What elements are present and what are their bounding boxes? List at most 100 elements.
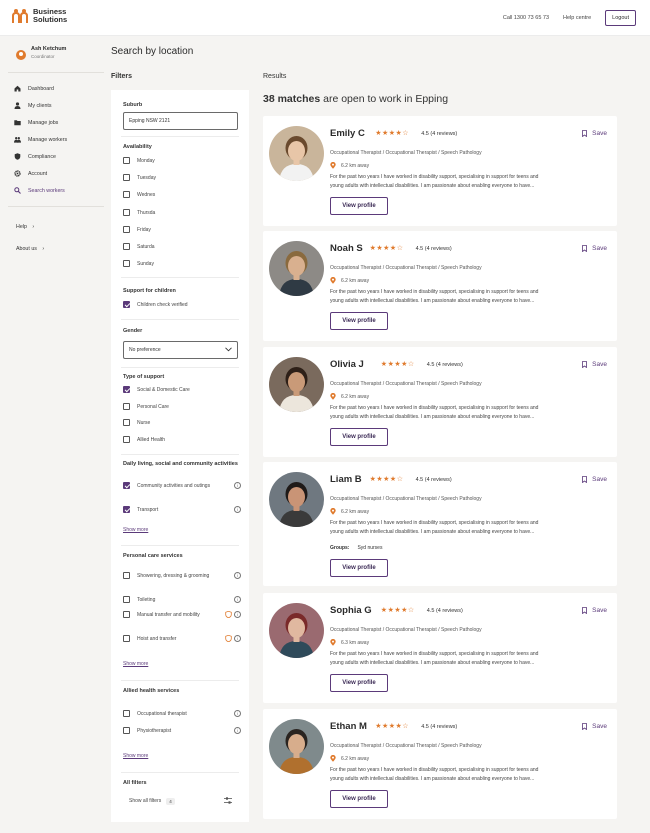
availability-day-option[interactable]: Tuesday	[123, 174, 241, 182]
save-button[interactable]: Save	[582, 476, 607, 483]
view-profile-button[interactable]: View profile	[330, 559, 388, 577]
show-more-link[interactable]: Show more	[123, 527, 148, 533]
save-button[interactable]: Save	[582, 723, 607, 730]
availability-day-option[interactable]: Wednes	[123, 191, 241, 199]
view-profile-button[interactable]: View profile	[330, 197, 388, 215]
checkbox[interactable]	[123, 243, 130, 250]
sidebar-item-help[interactable]: Help ›	[16, 224, 34, 230]
worker-card: Sophia G ★★★★☆ 4.5 (4 reviews) Save Occupati…	[263, 593, 617, 703]
toileting-option[interactable]: Toileting i	[123, 596, 241, 604]
checkbox[interactable]	[123, 419, 130, 427]
user-profile[interactable]: Ash Ketchum Coordinator	[16, 46, 66, 60]
worker-name[interactable]: Olivia J	[330, 359, 364, 370]
view-profile-button[interactable]: View profile	[330, 428, 388, 446]
support-type-option[interactable]: Nurse	[123, 419, 241, 427]
worker-photo[interactable]	[269, 241, 324, 296]
info-icon[interactable]: i	[234, 710, 241, 717]
show-more-link[interactable]: Show more	[123, 661, 148, 667]
info-icon[interactable]: i	[234, 482, 241, 489]
save-button[interactable]: Save	[582, 130, 607, 137]
view-profile-button[interactable]: View profile	[330, 790, 388, 808]
help-centre-link[interactable]: Help centre	[563, 15, 591, 21]
worker-photo[interactable]	[269, 126, 324, 181]
checkbox[interactable]	[123, 572, 130, 579]
checkbox[interactable]	[123, 191, 130, 199]
sidebar-item-compliance[interactable]: Compliance	[14, 148, 104, 165]
checkbox[interactable]	[123, 301, 130, 308]
sidebar-item-manage-jobs[interactable]: Manage jobs	[14, 114, 104, 131]
showering-option[interactable]: Showering, dressing & grooming i	[123, 572, 241, 580]
worker-name[interactable]: Emily C	[330, 128, 365, 139]
info-icon[interactable]: i	[234, 506, 241, 513]
info-icon[interactable]: i	[234, 596, 241, 603]
worker-name[interactable]: Ethan M	[330, 721, 367, 732]
checkbox[interactable]	[123, 611, 130, 618]
checkbox[interactable]	[123, 635, 130, 642]
community-activities-option[interactable]: Community activities and outings i	[123, 482, 241, 490]
checkbox[interactable]	[123, 710, 130, 717]
show-more-link[interactable]: Show more	[123, 753, 148, 759]
checkbox[interactable]	[123, 596, 130, 603]
show-all-filters-button[interactable]: Show all filters 4	[123, 794, 238, 808]
save-button[interactable]: Save	[582, 361, 607, 368]
info-icon[interactable]: i	[234, 727, 241, 734]
worker-bio: For the past two years I have worked in …	[330, 520, 539, 535]
checkbox[interactable]	[123, 727, 130, 734]
hoist-transfer-option[interactable]: Hoist and transfer i	[123, 635, 241, 643]
availability-day-option[interactable]: Thursda	[123, 208, 241, 217]
support-type-option[interactable]: Allied Health	[123, 435, 241, 444]
checkbox[interactable]	[123, 157, 130, 164]
checkbox[interactable]	[123, 435, 130, 443]
checkbox[interactable]	[123, 208, 130, 216]
suburb-input[interactable]: Epping NSW 2121	[123, 112, 238, 130]
logout-button[interactable]: Logout	[605, 10, 636, 26]
availability-day-option[interactable]: Sunday	[123, 260, 241, 268]
physiotherapist-option[interactable]: Physiotherapist i	[123, 727, 241, 735]
worker-name[interactable]: Liam B	[330, 474, 362, 485]
checkbox[interactable]	[123, 386, 130, 393]
checkbox[interactable]	[123, 260, 130, 268]
sidebar-item-dashboard[interactable]: Dashboard	[14, 80, 104, 97]
checkbox[interactable]	[123, 506, 130, 513]
home-icon	[14, 85, 21, 92]
children-check-option[interactable]: Children check verified	[123, 301, 241, 309]
worker-name[interactable]: Noah S	[330, 243, 363, 254]
info-icon[interactable]: i	[234, 635, 241, 642]
brand-logo[interactable]: Business Solutions	[12, 8, 67, 24]
manual-transfer-option[interactable]: Manual transfer and mobility i	[123, 611, 241, 619]
view-profile-button[interactable]: View profile	[330, 312, 388, 330]
divider	[8, 206, 104, 207]
availability-day-option[interactable]: Monday	[123, 157, 241, 165]
view-profile-button[interactable]: View profile	[330, 674, 388, 692]
checkbox[interactable]	[123, 402, 130, 410]
worker-photo[interactable]	[269, 472, 324, 527]
call-link[interactable]: Call 1300 73 65 73	[503, 15, 549, 21]
sidebar-item-about[interactable]: About us ›	[16, 246, 44, 252]
info-icon[interactable]: i	[234, 611, 241, 618]
transport-option[interactable]: Transport i	[123, 506, 241, 514]
save-button[interactable]: Save	[582, 607, 607, 614]
worker-photo[interactable]	[269, 603, 324, 658]
gender-select[interactable]: No preference	[123, 341, 238, 359]
support-type-option[interactable]: Social & Domestic Care	[123, 386, 241, 394]
user-name: Ash Ketchum	[31, 46, 67, 52]
sidebar-item-my-clients[interactable]: My clients	[14, 97, 104, 114]
occupational-therapist-option[interactable]: Occupational therapist i	[123, 710, 241, 718]
sidebar-item-account[interactable]: Account	[14, 165, 104, 182]
checkbox[interactable]	[123, 482, 130, 489]
worker-photo[interactable]	[269, 719, 324, 774]
worker-name[interactable]: Sophia G	[330, 605, 372, 616]
availability-label: Availability	[123, 144, 152, 150]
sidebar-item-search-workers[interactable]: Search workers	[14, 182, 104, 199]
save-button[interactable]: Save	[582, 245, 607, 252]
bookmark-icon	[582, 607, 588, 614]
sidebar-item-manage-workers[interactable]: Manage workers	[14, 131, 104, 148]
info-icon[interactable]: i	[234, 572, 241, 579]
divider	[121, 367, 239, 368]
worker-photo[interactable]	[269, 357, 324, 412]
availability-day-option[interactable]: Saturda	[123, 243, 241, 251]
checkbox[interactable]	[123, 225, 130, 233]
checkbox[interactable]	[123, 174, 130, 182]
availability-day-option[interactable]: Friday	[123, 225, 241, 234]
support-type-option[interactable]: Personal Care	[123, 402, 241, 411]
